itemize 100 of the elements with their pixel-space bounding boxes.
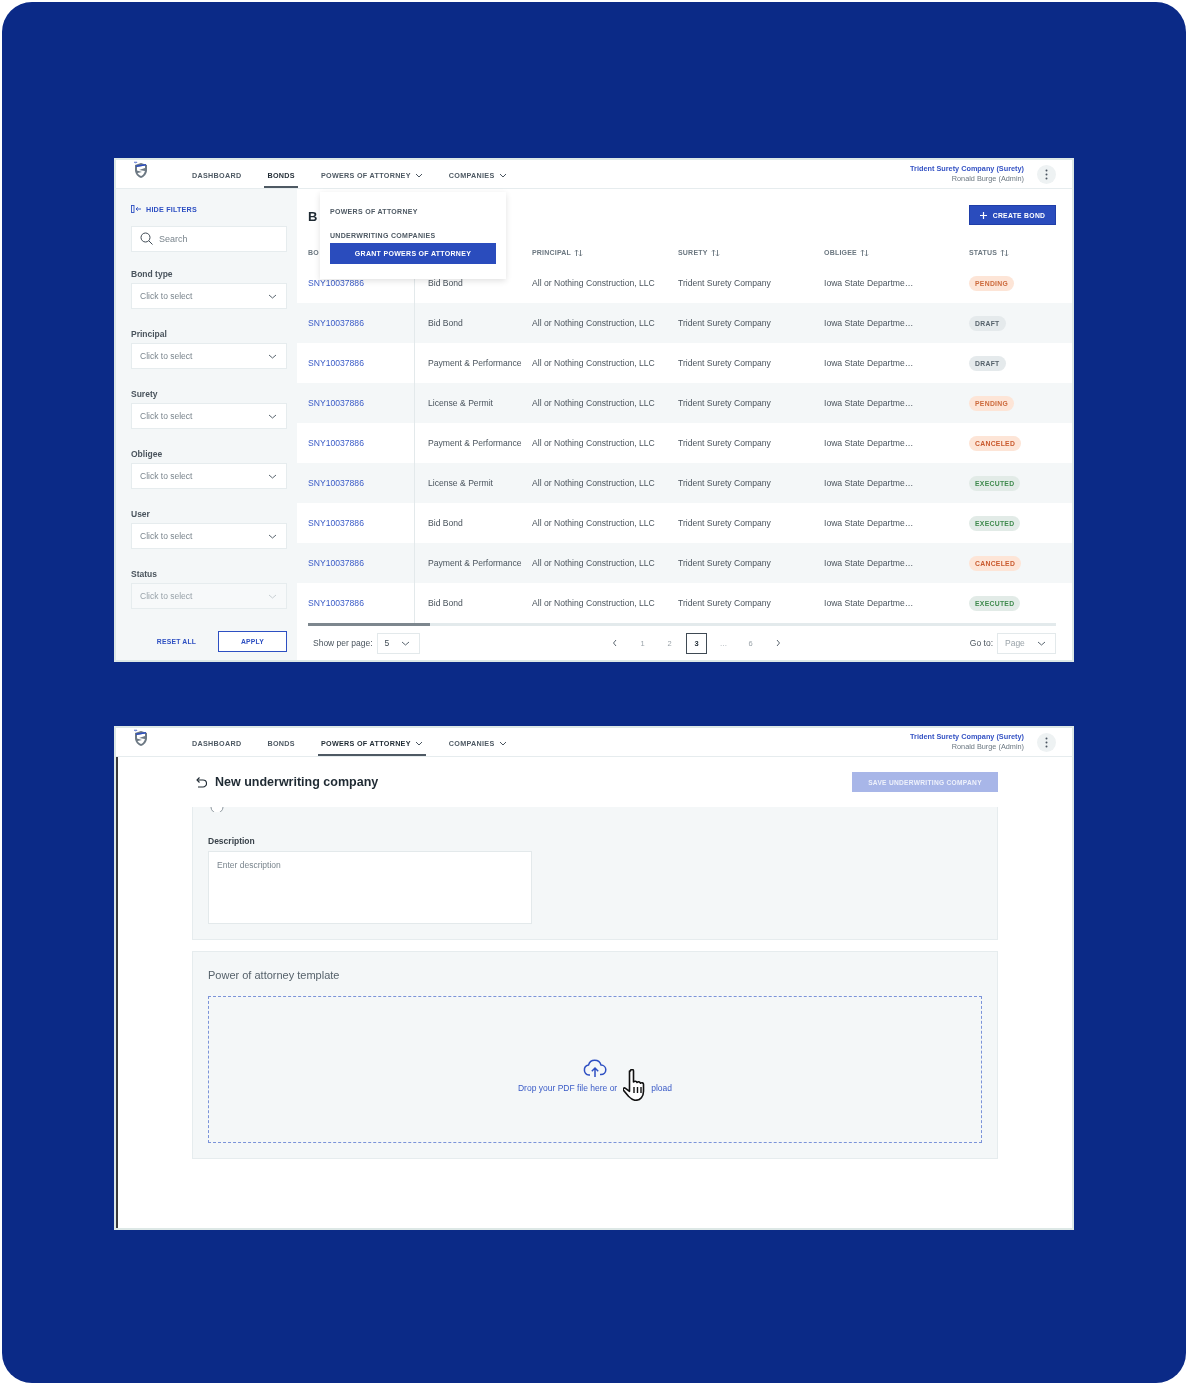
table-cell: All or Nothing Construction, LLC — [532, 278, 655, 288]
collapse-icon — [131, 205, 142, 213]
bond-number-link[interactable]: SNY10037886 — [308, 598, 364, 608]
table-cell: All or Nothing Construction, LLC — [532, 478, 655, 488]
page-title: New underwriting company — [215, 775, 379, 789]
back-icon[interactable] — [194, 776, 207, 788]
upload-hint: Drop your PDF file here or — [518, 1082, 618, 1093]
caret-icon — [498, 172, 507, 178]
sort-icon[interactable] — [574, 248, 583, 257]
chevron-down-icon — [268, 413, 277, 419]
table-cell: Trident Surety Company — [678, 278, 771, 288]
table-cell: Trident Surety Company — [678, 398, 771, 408]
sort-icon[interactable] — [710, 248, 720, 257]
scrollbar-thumb[interactable] — [308, 623, 430, 626]
field-label: Description — [208, 836, 255, 846]
chevron-down-icon — [268, 473, 277, 479]
table-cell: Iowa State Departme… — [824, 518, 914, 528]
table-cell: Iowa State Departme… — [824, 398, 914, 408]
table-cell: Trident Surety Company — [678, 558, 771, 568]
filter-label: User — [131, 508, 151, 520]
bond-number-link[interactable]: SNY10037886 — [308, 318, 364, 328]
search-field[interactable]: Search — [131, 226, 287, 252]
bond-number-link[interactable]: SNY10037886 — [308, 518, 364, 528]
logo-icon[interactable] — [133, 729, 149, 747]
table-cell: All or Nothing Construction, LLC — [532, 398, 655, 408]
filter-label: Bond type — [131, 268, 174, 280]
chevron-down-icon — [268, 293, 277, 299]
filter-label: Obligee — [131, 448, 164, 460]
select-field[interactable]: Click to select — [131, 523, 287, 549]
table-cell: Trident Surety Company — [678, 598, 771, 608]
select-field[interactable]: Click to select — [131, 403, 287, 429]
table-cell: Iowa State Departme… — [824, 598, 914, 608]
more-options-button[interactable] — [1037, 732, 1056, 752]
table-cell: Iowa State Departme… — [824, 318, 914, 328]
description-field[interactable]: Enter description — [208, 851, 532, 924]
table-cell: All or Nothing Construction, LLC — [532, 518, 655, 528]
chevron-down-icon — [1037, 640, 1046, 646]
table-cell: Payment & Performance — [428, 558, 522, 568]
search-icon — [140, 232, 153, 245]
table-cell: Trident Surety Company — [678, 518, 771, 528]
hand-pointer-icon — [623, 1068, 646, 1101]
sort-icon[interactable] — [859, 248, 869, 257]
radio-icon[interactable] — [210, 807, 224, 812]
caret-icon — [498, 740, 507, 746]
table-cell: All or Nothing Construction, LLC — [532, 358, 655, 368]
select-field[interactable]: Click to select — [131, 343, 287, 369]
bond-number-link[interactable]: SNY10037886 — [308, 478, 364, 488]
table-cell: All or Nothing Construction, LLC — [532, 438, 655, 448]
table-cell: Iowa State Departme… — [824, 478, 914, 488]
filter-label: Principal — [131, 328, 168, 340]
chevron-down-icon — [268, 593, 277, 599]
per-page-select[interactable]: 5 — [376, 632, 420, 654]
select-field[interactable]: Click to select — [131, 463, 287, 489]
table-cell: All or Nothing Construction, LLC — [532, 558, 655, 568]
table-cell: License & Permit — [428, 478, 493, 488]
plus-icon — [979, 211, 987, 219]
table-cell: Trident Surety Company — [678, 438, 771, 448]
table-cell: Iowa State Departme… — [824, 358, 914, 368]
select-field[interactable]: Click to select — [131, 283, 287, 309]
page-title: B — [308, 209, 318, 224]
section-title: Power of attorney template — [208, 969, 341, 981]
table-cell: Iowa State Departme… — [824, 278, 914, 288]
table-cell: All or Nothing Construction, LLC — [532, 318, 655, 328]
file-dropzone[interactable]: Drop your PDF file here or pload — [208, 996, 982, 1143]
table-cell: Trident Surety Company — [678, 478, 771, 488]
go-to-label: Go to: — [969, 638, 993, 648]
chevron-down-icon — [400, 640, 410, 646]
table-cell: Payment & Performance — [428, 438, 522, 448]
table-cell: Bid Bond — [428, 278, 463, 288]
bond-number-link[interactable]: SNY10037886 — [308, 438, 364, 448]
chevron-left-icon[interactable] — [612, 639, 618, 647]
table-cell: Bid Bond — [428, 318, 463, 328]
upload-link[interactable]: pload — [651, 1082, 672, 1093]
bond-number-link[interactable]: SNY10037886 — [308, 398, 364, 408]
per-page-label: Show per page: — [313, 638, 373, 648]
filter-label: Surety — [131, 388, 159, 400]
table-cell: Bid Bond — [428, 518, 463, 528]
chevron-down-icon — [268, 533, 277, 539]
kebab-icon — [1045, 168, 1048, 180]
bond-number-link[interactable]: SNY10037886 — [308, 558, 364, 568]
filter-label: Status — [131, 568, 158, 580]
bond-number-link[interactable]: SNY10037886 — [308, 278, 364, 288]
more-options-button[interactable] — [1037, 164, 1056, 184]
chevron-right-icon[interactable] — [775, 639, 781, 647]
table-cell: All or Nothing Construction, LLC — [532, 598, 655, 608]
table-cell: Payment & Performance — [428, 358, 522, 368]
table-cell: License & Permit — [428, 398, 493, 408]
table-cell: Trident Surety Company — [678, 358, 771, 368]
table-cell: Trident Surety Company — [678, 318, 771, 328]
cloud-upload-icon — [583, 1057, 607, 1078]
kebab-icon — [1045, 736, 1048, 748]
bond-number-link[interactable]: SNY10037886 — [308, 358, 364, 368]
chevron-down-icon — [268, 353, 277, 359]
logo-icon[interactable] — [133, 161, 149, 179]
caret-icon — [414, 740, 423, 746]
table-cell: Bid Bond — [428, 598, 463, 608]
table-cell: Iowa State Departme… — [824, 558, 914, 568]
table-cell: Iowa State Departme… — [824, 438, 914, 448]
sort-icon[interactable] — [1000, 248, 1010, 257]
caret-icon — [414, 172, 423, 178]
